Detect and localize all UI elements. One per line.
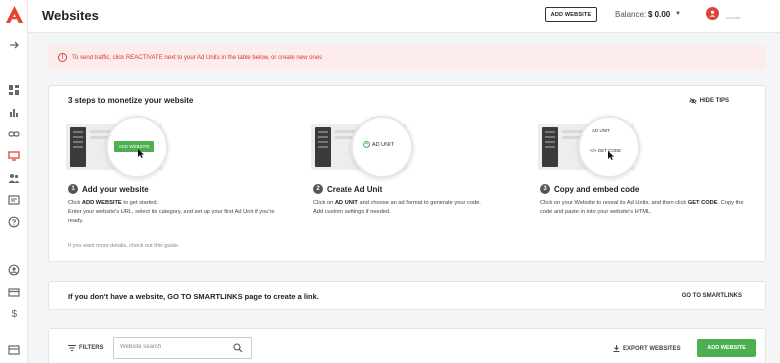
balance-dropdown-icon[interactable]: ▼ (675, 11, 681, 17)
dollar-icon[interactable]: $ (7, 306, 21, 320)
illustration-ad-unit-label: AD UNIT (592, 128, 610, 133)
smartlinks-text: If you don't have a website, GO TO SMART… (68, 292, 319, 301)
illustration-add-website-button: ADD WEBSITE (114, 141, 154, 152)
profile-icon[interactable] (7, 263, 21, 277)
user-name: rravuste (726, 15, 741, 20)
filters-button[interactable]: FILTERS (68, 345, 104, 351)
dashboard-icon[interactable] (7, 83, 21, 97)
download-icon (613, 345, 620, 352)
cursor-icon (608, 151, 614, 160)
export-label: EXPORT WEBSITES (623, 345, 681, 352)
step-3-illustration: AD UNIT </> GET CODE (538, 114, 648, 180)
eye-off-icon (688, 97, 697, 105)
step-title: Add your website (82, 184, 149, 194)
search-input[interactable] (120, 344, 230, 350)
illustration-ad-unit: + AD UNIT (363, 141, 394, 148)
help-icon[interactable] (7, 215, 21, 229)
avatar[interactable] (706, 7, 719, 20)
billing-icon[interactable] (7, 285, 21, 299)
step-title: Create Ad Unit (327, 184, 383, 194)
step-2-illustration: + AD UNIT (311, 114, 421, 180)
hide-tips-button[interactable]: HIDE TIPS (688, 97, 729, 105)
news-icon[interactable] (7, 343, 21, 357)
smartlink-icon[interactable] (7, 127, 21, 141)
filters-label: FILTERS (79, 345, 104, 351)
monetize-steps-card: 3 steps to monetize your website HIDE TI… (48, 85, 766, 262)
step-1-illustration: ADD WEBSITE (66, 114, 176, 180)
referrals-icon[interactable] (7, 171, 21, 185)
step-number: 2 (313, 184, 323, 194)
websites-icon[interactable] (7, 149, 21, 163)
sidebar: $ (0, 0, 28, 363)
step-number: 3 (540, 184, 550, 194)
step-1: ADD WEBSITE 1 Add your website Click ADD… (49, 114, 275, 226)
step-description: Click on your Website to reveal its Ad U… (540, 200, 744, 215)
add-website-button[interactable]: ADD WEBSITE (697, 339, 756, 357)
page-title: Websites (42, 8, 99, 23)
payments-icon[interactable] (7, 193, 21, 207)
step-3: AD UNIT </> GET CODE 3 Copy and embed co… (521, 114, 744, 217)
website-search-field[interactable] (113, 337, 252, 359)
expand-arrow-icon[interactable] (7, 38, 21, 52)
step-2: + AD UNIT 2 Create Ad Unit Click on AD UN… (294, 114, 514, 217)
hide-tips-label: HIDE TIPS (699, 98, 729, 104)
illustration-get-code: </> GET CODE (590, 148, 622, 153)
step-number: 1 (68, 184, 78, 194)
search-icon[interactable] (233, 343, 243, 353)
user-icon (709, 10, 716, 17)
filter-icon (68, 345, 76, 351)
brand-logo[interactable] (5, 5, 24, 24)
header-add-website-button[interactable]: ADD WEBSITE (545, 7, 597, 22)
alert-icon: ! (58, 53, 67, 62)
steps-title: 3 steps to monetize your website (68, 96, 194, 105)
step-description: Click ADD WEBSITE to get started. Enter … (68, 200, 275, 224)
alert-text: To send traffic, click REACTIVATE next t… (72, 54, 323, 61)
top-header: Websites ADD WEBSITE Balance: $ 0.00 ▼ r… (28, 0, 780, 33)
statistics-icon[interactable] (7, 105, 21, 119)
cursor-icon (138, 149, 144, 158)
step-description: Click on AD UNIT and choose an ad format… (313, 200, 481, 215)
step-title: Copy and embed code (554, 184, 640, 194)
go-to-smartlinks-button[interactable]: GO TO SMARTLINKS (682, 293, 742, 299)
reactivate-alert: ! To send traffic, click REACTIVATE next… (48, 45, 766, 70)
smartlinks-card: If you don't have a website, GO TO SMART… (48, 281, 766, 310)
guide-link[interactable]: If you want more details, check out this… (68, 243, 179, 249)
svg-text:$: $ (12, 309, 18, 319)
balance-value[interactable]: $ 0.00 (648, 10, 670, 19)
export-websites-button[interactable]: EXPORT WEBSITES (613, 345, 681, 352)
balance-label: Balance: (615, 10, 647, 19)
websites-toolbar: FILTERS EXPORT WEBSITES ADD WEBSITE (48, 328, 766, 363)
